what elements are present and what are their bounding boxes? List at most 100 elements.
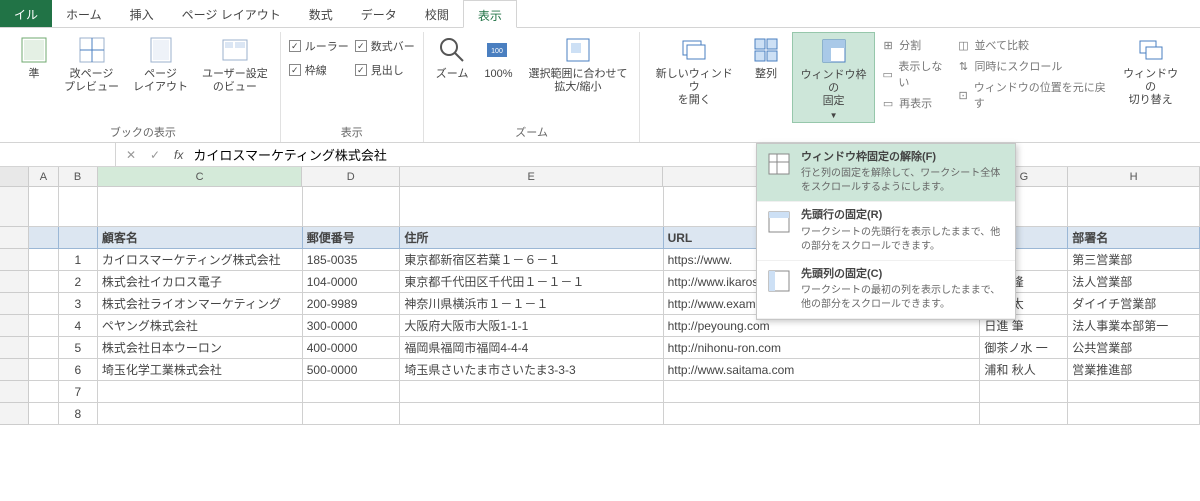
- cell-address[interactable]: 埼玉県さいたま市さいたま3-3-3: [400, 359, 663, 381]
- cell-address[interactable]: [400, 403, 663, 425]
- row-header[interactable]: [0, 293, 29, 315]
- cell-url[interactable]: [664, 381, 981, 403]
- tab-formulas[interactable]: 数式: [295, 0, 347, 27]
- unhide-button[interactable]: ▭再表示: [881, 94, 950, 112]
- tab-home[interactable]: ホーム: [52, 0, 116, 27]
- cell-address[interactable]: 東京都新宿区若葉１－６－１: [400, 249, 663, 271]
- cell-postcode[interactable]: 104-0000: [303, 271, 401, 293]
- header-customer[interactable]: 顧客名: [98, 227, 303, 249]
- cell-customer[interactable]: ペヤング株式会社: [98, 315, 303, 337]
- cell-address[interactable]: [400, 381, 663, 403]
- cell-url[interactable]: [664, 403, 981, 425]
- cell-address[interactable]: 東京都千代田区千代田１－１－１: [400, 271, 663, 293]
- cell-postcode[interactable]: 200-9989: [303, 293, 401, 315]
- name-box[interactable]: [0, 143, 116, 166]
- zoom-100-button[interactable]: 100100%: [478, 32, 518, 83]
- cell-postcode[interactable]: [303, 381, 401, 403]
- split-button[interactable]: ⊞分割: [881, 36, 950, 54]
- row-header[interactable]: [0, 403, 29, 425]
- unfreeze-panes-item[interactable]: ウィンドウ枠固定の解除(F)行と列の固定を解除して、ワークシート全体をスクロール…: [757, 144, 1015, 202]
- row-header[interactable]: [0, 381, 29, 403]
- cell-dept[interactable]: [1068, 381, 1200, 403]
- cell-dept[interactable]: 第三営業部: [1068, 249, 1200, 271]
- cell-num[interactable]: 5: [59, 337, 98, 359]
- header-dept[interactable]: 部署名: [1068, 227, 1200, 249]
- header-postcode[interactable]: 郵便番号: [303, 227, 401, 249]
- row-header[interactable]: [0, 337, 29, 359]
- row-header[interactable]: [0, 271, 29, 293]
- page-layout-view-button[interactable]: ページ レイアウト: [129, 32, 192, 96]
- cell-dept[interactable]: ダイイチ営業部: [1068, 293, 1200, 315]
- gridlines-checkbox[interactable]: ✓枠線: [289, 62, 349, 78]
- zoom-button[interactable]: ズーム: [432, 32, 473, 83]
- cell-num[interactable]: 7: [59, 381, 98, 403]
- header-address[interactable]: 住所: [400, 227, 663, 249]
- hide-button[interactable]: ▭表示しない: [881, 57, 950, 91]
- cell-dept[interactable]: 営業推進部: [1068, 359, 1200, 381]
- cell-customer[interactable]: 株式会社日本ウーロン: [98, 337, 303, 359]
- cell-num[interactable]: 2: [59, 271, 98, 293]
- cell-num[interactable]: 6: [59, 359, 98, 381]
- cell-postcode[interactable]: 300-0000: [303, 315, 401, 337]
- cell-num[interactable]: 3: [59, 293, 98, 315]
- tab-insert[interactable]: 挿入: [116, 0, 168, 27]
- cell-address[interactable]: 大阪府大阪市大阪1-1-1: [400, 315, 663, 337]
- tab-view[interactable]: 表示: [463, 0, 517, 28]
- cell-person[interactable]: [980, 403, 1068, 425]
- cell-address[interactable]: 福岡県福岡市福岡4-4-4: [400, 337, 663, 359]
- col-header-e[interactable]: E: [400, 167, 663, 186]
- ruler-checkbox[interactable]: ✓ルーラー: [289, 38, 349, 54]
- freeze-first-col-item[interactable]: 先頭列の固定(C)ワークシートの最初の列を表示したままで、他の部分をスクロールで…: [757, 261, 1015, 319]
- cell-postcode[interactable]: 185-0035: [303, 249, 401, 271]
- row-header[interactable]: [0, 315, 29, 337]
- cell-person[interactable]: [980, 381, 1068, 403]
- fx-label[interactable]: fx: [170, 148, 187, 162]
- page-break-preview-button[interactable]: 改ページ プレビュー: [60, 32, 123, 96]
- cell-url[interactable]: http://nihonu-ron.com: [664, 337, 981, 359]
- cell-person[interactable]: 浦和 秋人: [980, 359, 1068, 381]
- col-header-c[interactable]: C: [98, 167, 303, 186]
- cell-dept[interactable]: 法人営業部: [1068, 271, 1200, 293]
- cell-customer[interactable]: [98, 381, 303, 403]
- enter-icon[interactable]: ✓: [146, 148, 164, 162]
- new-window-button[interactable]: 新しいウィンドウ を開く: [648, 32, 740, 110]
- normal-view-button[interactable]: 準: [14, 32, 54, 83]
- cell-customer[interactable]: 株式会社ライオンマーケティング: [98, 293, 303, 315]
- col-header-h[interactable]: H: [1068, 167, 1200, 186]
- cell-postcode[interactable]: [303, 403, 401, 425]
- headings-checkbox[interactable]: ✓見出し: [355, 62, 415, 78]
- col-header-a[interactable]: A: [29, 167, 58, 186]
- zoom-to-selection-button[interactable]: 選択範囲に合わせて 拡大/縮小: [524, 32, 631, 96]
- freeze-panes-button[interactable]: ウィンドウ枠の 固定▼: [792, 32, 875, 123]
- sync-scroll-button[interactable]: ⇅同時にスクロール: [956, 57, 1109, 75]
- custom-views-button[interactable]: ユーザー設定 のビュー: [198, 32, 272, 96]
- cell-customer[interactable]: 埼玉化学工業株式会社: [98, 359, 303, 381]
- col-header-b[interactable]: B: [59, 167, 98, 186]
- row-header[interactable]: [0, 359, 29, 381]
- cell-postcode[interactable]: 400-0000: [303, 337, 401, 359]
- select-all-corner[interactable]: [0, 167, 29, 186]
- cell-person[interactable]: 御茶ノ水 一: [980, 337, 1068, 359]
- formula-input[interactable]: [193, 147, 1200, 162]
- tab-review[interactable]: 校閲: [411, 0, 463, 27]
- cell-customer[interactable]: [98, 403, 303, 425]
- cell-num[interactable]: 1: [59, 249, 98, 271]
- view-side-by-side-button[interactable]: ◫並べて比較: [956, 36, 1109, 54]
- cell-postcode[interactable]: 500-0000: [303, 359, 401, 381]
- tab-file[interactable]: イル: [0, 0, 52, 27]
- cell-dept[interactable]: 法人事業本部第一: [1068, 315, 1200, 337]
- cancel-icon[interactable]: ✕: [122, 148, 140, 162]
- cell-url[interactable]: http://www.saitama.com: [664, 359, 981, 381]
- tab-data[interactable]: データ: [347, 0, 411, 27]
- cell-address[interactable]: 神奈川県横浜市１－１－１: [400, 293, 663, 315]
- freeze-top-row-item[interactable]: 先頭行の固定(R)ワークシートの先頭行を表示したままで、他の部分をスクロールでき…: [757, 202, 1015, 260]
- cell-num[interactable]: 4: [59, 315, 98, 337]
- reset-window-pos-button[interactable]: ⊡ウィンドウの位置を元に戻す: [956, 78, 1109, 112]
- col-header-d[interactable]: D: [302, 167, 400, 186]
- cell-dept[interactable]: 公共営業部: [1068, 337, 1200, 359]
- cell-customer[interactable]: カイロスマーケティング株式会社: [98, 249, 303, 271]
- cell-dept[interactable]: [1068, 403, 1200, 425]
- arrange-all-button[interactable]: 整列: [746, 32, 786, 83]
- formula-bar-checkbox[interactable]: ✓数式バー: [355, 38, 415, 54]
- tab-page-layout[interactable]: ページ レイアウト: [168, 0, 295, 27]
